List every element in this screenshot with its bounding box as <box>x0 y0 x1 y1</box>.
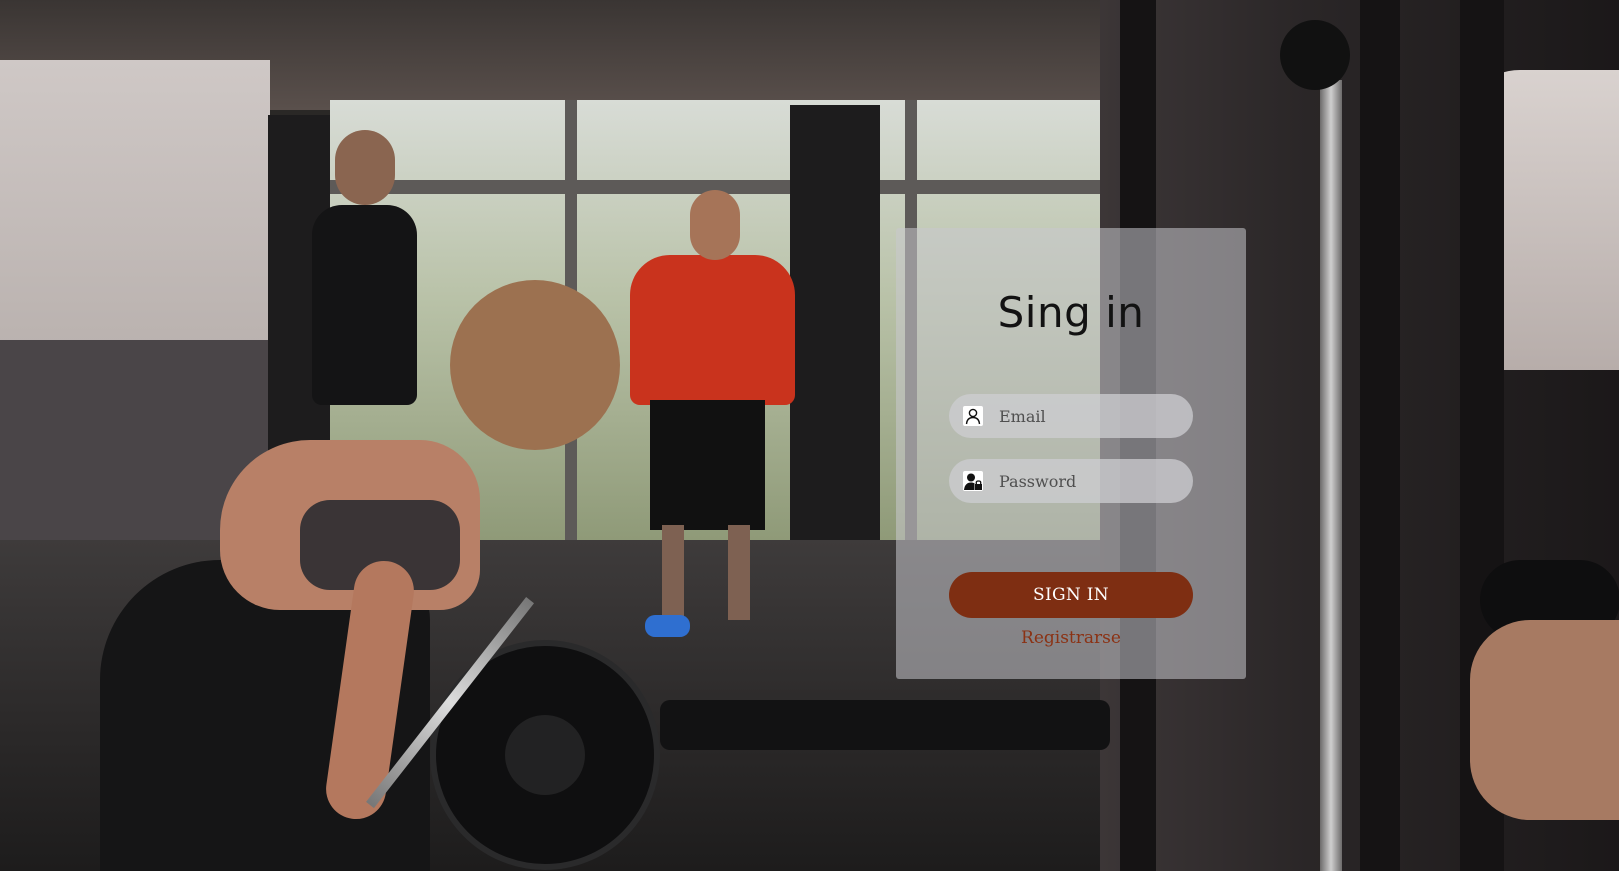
background-person <box>450 280 620 450</box>
sign-in-button[interactable]: SIGN IN <box>949 572 1193 618</box>
background-person <box>662 525 684 620</box>
password-field[interactable] <box>949 459 1193 503</box>
background-wall <box>0 60 270 360</box>
email-field[interactable] <box>949 394 1193 438</box>
user-lock-icon <box>963 471 983 491</box>
background-person <box>650 400 765 530</box>
background-person <box>1470 620 1619 820</box>
login-page: Sing in SIGN IN Registra <box>0 0 1619 871</box>
background-person <box>690 190 740 260</box>
rack-pulley <box>1280 20 1350 90</box>
login-title: Sing in <box>997 288 1145 337</box>
background-pillar <box>790 105 880 555</box>
background-person <box>630 255 795 405</box>
register-link[interactable]: Registrarse <box>896 628 1246 648</box>
rack-post <box>1360 0 1400 871</box>
rack-chrome-bar <box>1320 80 1342 871</box>
background-image <box>0 0 1619 871</box>
background-person <box>728 525 750 620</box>
login-card: Sing in SIGN IN Registra <box>896 228 1246 679</box>
password-input[interactable] <box>999 459 1179 503</box>
background-person <box>645 615 690 637</box>
email-input[interactable] <box>999 394 1179 438</box>
barbell-plate-center <box>505 715 585 795</box>
user-icon <box>963 406 983 426</box>
background-bench <box>660 700 1110 750</box>
background-person <box>335 130 395 205</box>
background-person <box>312 205 417 405</box>
